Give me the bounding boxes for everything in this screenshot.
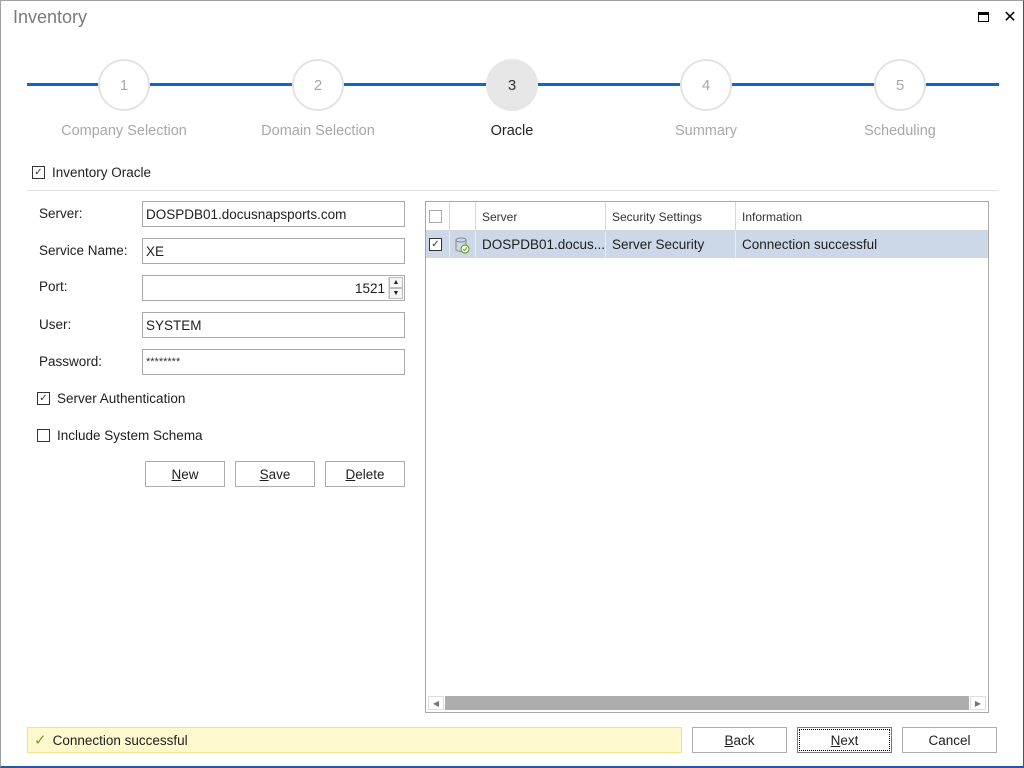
step-company-selection[interactable]: 1 Company Selection	[44, 59, 204, 139]
step-summary[interactable]: 4 Summary	[626, 59, 786, 139]
close-button[interactable]: ✕	[1000, 7, 1020, 27]
scroll-left-button[interactable]: ◀	[428, 696, 444, 710]
password-input[interactable]: ********	[142, 349, 405, 375]
step-scheduling[interactable]: 5 Scheduling	[820, 59, 980, 139]
row-security-settings: Server Security	[606, 231, 736, 258]
port-spin: ▲ ▼	[388, 277, 403, 299]
select-all-cell[interactable]	[426, 202, 450, 231]
inventory-window: Inventory ✕ 1 Company Selection 2 Domain…	[0, 0, 1024, 768]
window-title: Inventory	[13, 7, 88, 27]
port-value: 1521	[354, 280, 385, 296]
next-button[interactable]: Next	[797, 727, 892, 753]
step-circle: 1	[98, 59, 150, 111]
port-up-button[interactable]: ▲	[389, 277, 403, 288]
button-label: ack	[733, 732, 755, 748]
step-circle: 4	[680, 59, 732, 111]
password-label: Password:	[39, 354, 103, 369]
mnemonic: N	[830, 732, 841, 748]
service-name-input[interactable]: XE	[142, 238, 405, 264]
row-checkbox[interactable]: ✓	[429, 238, 442, 251]
new-button[interactable]: New	[145, 461, 225, 487]
checkbox-label: Server Authentication	[57, 391, 186, 406]
checkbox-label: Include System Schema	[57, 428, 203, 443]
scroll-right-button[interactable]: ▶	[970, 696, 986, 710]
status-message: ✓ Connection successful	[27, 727, 682, 753]
service-name-label: Service Name:	[39, 243, 128, 258]
checkbox-box: ✓	[32, 166, 45, 179]
cancel-button[interactable]: Cancel	[902, 727, 997, 753]
inventory-oracle-checkbox[interactable]: ✓ Inventory Oracle	[32, 165, 151, 180]
maximize-button[interactable]	[973, 7, 993, 27]
database-connected-icon	[455, 237, 470, 254]
checkbox-label: Inventory Oracle	[52, 165, 152, 180]
button-label: ave	[268, 466, 291, 482]
step-circle: 5	[874, 59, 926, 111]
status-text: Connection successful	[52, 732, 188, 748]
server-grid: Server Security Settings Information ✓ D…	[425, 201, 989, 713]
column-header-icon	[450, 202, 476, 231]
step-label: Company Selection	[61, 123, 187, 139]
table-row[interactable]: ✓ DOSPDB01.docus... Server Security Conn…	[426, 231, 988, 258]
delete-button[interactable]: Delete	[325, 461, 405, 487]
mnemonic: D	[345, 466, 356, 482]
mnemonic: N	[171, 466, 182, 482]
column-header-information[interactable]: Information	[736, 202, 988, 231]
maximize-icon	[977, 12, 989, 22]
close-icon: ✕	[1003, 7, 1017, 26]
button-label: ew	[181, 466, 199, 482]
server-value: DOSPDB01.docusnapsports.com	[146, 206, 347, 222]
button-label: ext	[840, 732, 859, 748]
check-icon: ✓	[34, 731, 47, 749]
step-label: Oracle	[490, 123, 534, 139]
row-check-cell[interactable]: ✓	[426, 231, 450, 258]
step-domain-selection[interactable]: 2 Domain Selection	[238, 59, 398, 139]
server-input[interactable]: DOSPDB01.docusnapsports.com	[142, 201, 405, 227]
port-stepper[interactable]: 1521 ▲ ▼	[142, 275, 405, 301]
step-label: Scheduling	[864, 123, 936, 139]
include-system-schema-checkbox[interactable]: Include System Schema	[37, 428, 203, 443]
back-button[interactable]: Back	[692, 727, 787, 753]
row-server: DOSPDB01.docus...	[476, 231, 606, 258]
column-header-security-settings[interactable]: Security Settings	[606, 202, 736, 231]
grid-header: Server Security Settings Information	[426, 202, 988, 231]
step-circle: 3	[486, 59, 538, 111]
service-name-value: XE	[146, 243, 165, 259]
checkbox-box: ✓	[37, 392, 50, 405]
user-label: User:	[39, 317, 72, 332]
mnemonic: S	[259, 466, 269, 482]
server-label: Server:	[39, 206, 83, 221]
button-label: elete	[355, 466, 385, 482]
server-authentication-checkbox[interactable]: ✓ Server Authentication	[37, 391, 185, 406]
step-label: Summary	[674, 123, 738, 139]
scroll-thumb[interactable]	[445, 696, 969, 710]
user-value: SYSTEM	[146, 317, 202, 333]
separator	[27, 190, 999, 191]
row-information: Connection successful	[742, 237, 878, 252]
step-label: Domain Selection	[261, 123, 375, 139]
select-all-checkbox[interactable]	[429, 210, 442, 223]
wizard-stepper: 1 Company Selection 2 Domain Selection 3…	[27, 59, 999, 149]
row-icon-cell	[450, 231, 476, 258]
horizontal-scrollbar[interactable]: ◀ ▶	[428, 696, 986, 710]
mnemonic: B	[724, 732, 734, 748]
checkbox-box	[37, 429, 50, 442]
column-header-server[interactable]: Server	[476, 202, 606, 231]
user-input[interactable]: SYSTEM	[142, 312, 405, 338]
password-value: ********	[146, 356, 181, 368]
step-circle: 2	[292, 59, 344, 111]
step-oracle[interactable]: 3 Oracle	[432, 59, 592, 139]
port-down-button[interactable]: ▼	[389, 288, 403, 299]
save-button[interactable]: Save	[235, 461, 315, 487]
port-label: Port:	[39, 279, 68, 294]
